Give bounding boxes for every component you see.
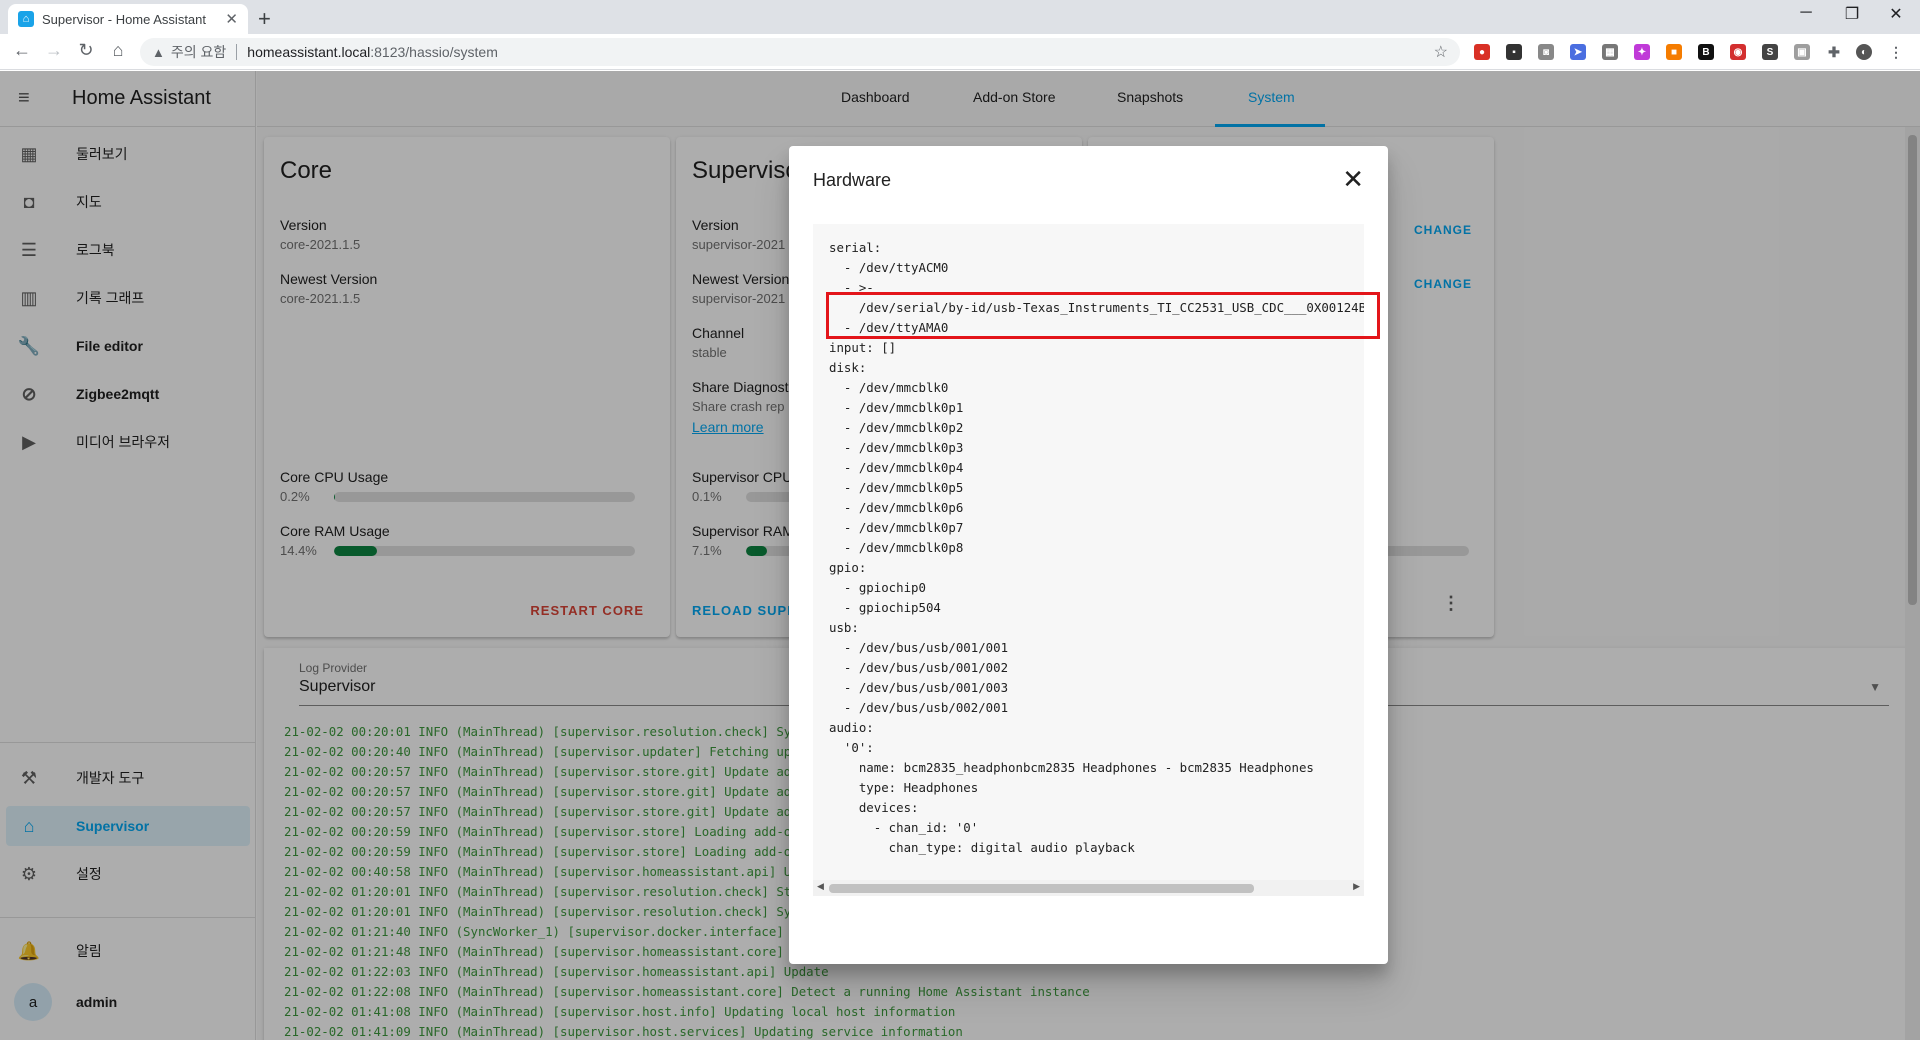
code-line: '0': — [829, 740, 874, 755]
code-line: - /dev/mmcblk0p5 — [829, 480, 964, 495]
extension-b-icon[interactable]: B — [1698, 44, 1714, 60]
code-line: - /dev/mmcblk0p4 — [829, 460, 964, 475]
extension-orange-icon[interactable]: ■ — [1666, 44, 1682, 60]
home-assistant-favicon-icon: ⌂ — [18, 11, 34, 27]
extension-s-icon[interactable]: S — [1762, 44, 1778, 60]
hardware-dialog: Hardware ✕ serial: - /dev/ttyACM0 - >- /… — [789, 146, 1388, 964]
code-line: chan_type: digital audio playback — [829, 840, 1135, 855]
minimize-window-icon[interactable]: ─ — [1786, 4, 1826, 22]
extension-image-icon[interactable]: ▣ — [1794, 44, 1810, 60]
browser-tab[interactable]: ⌂ Supervisor - Home Assistant ✕ — [8, 4, 248, 34]
new-tab-icon[interactable]: + — [258, 6, 271, 32]
extension-magic-icon[interactable]: ✦ — [1634, 44, 1650, 60]
extension-camera-icon[interactable]: ◙ — [1538, 44, 1554, 60]
code-line: gpio: — [829, 560, 867, 575]
code-line: - /dev/mmcblk0 — [829, 380, 949, 395]
horizontal-scrollbar-thumb[interactable] — [829, 884, 1254, 893]
code-line: - gpiochip0 — [829, 580, 926, 595]
extension-calendar-icon[interactable]: ▦ — [1602, 44, 1618, 60]
address-separator — [236, 44, 238, 60]
code-line: - /dev/mmcblk0p8 — [829, 540, 964, 555]
address-bar[interactable]: ▲ 주의 요함 homeassistant.local:8123/hassio/… — [140, 38, 1460, 66]
code-line: type: Headphones — [829, 780, 979, 795]
code-line: - /dev/bus/usb/001/002 — [829, 660, 1009, 675]
url-path: :8123/hassio/system — [370, 44, 498, 60]
code-line: devices: — [829, 800, 919, 815]
code-line: - chan_id: '0' — [829, 820, 979, 835]
code-line: serial: — [829, 240, 882, 255]
security-warning-text: 주의 요함 — [170, 44, 227, 60]
close-window-icon[interactable]: ✕ — [1876, 4, 1916, 24]
code-line: - /dev/mmcblk0p6 — [829, 500, 964, 515]
code-line: usb: — [829, 620, 859, 635]
browser-toolbar: ← → ↻ ⌂ ▲ 주의 요함 homeassistant.local:8123… — [0, 34, 1920, 70]
code-line: - /dev/bus/usb/001/001 — [829, 640, 1009, 655]
restore-window-icon[interactable]: ❐ — [1832, 4, 1872, 24]
code-line: - /dev/mmcblk0p1 — [829, 400, 964, 415]
dialog-title: Hardware — [813, 170, 892, 190]
url-host: homeassistant.local — [247, 44, 371, 60]
extensions-puzzle-icon[interactable]: ✚ — [1826, 44, 1842, 60]
code-line: - /dev/mmcblk0p3 — [829, 440, 964, 455]
extension-shield-icon[interactable]: ◉ — [1730, 44, 1746, 60]
extension-dark-icon[interactable]: ▪ — [1506, 44, 1522, 60]
code-line: name: bcm2835_headphonbcm2835 Headphones… — [829, 760, 1314, 775]
browser-tab-strip: ⌂ Supervisor - Home Assistant ✕ + ─ ❐ ✕ — [0, 0, 1920, 34]
close-tab-icon[interactable]: ✕ — [225, 10, 238, 28]
bookmark-star-icon[interactable]: ☆ — [1434, 42, 1448, 62]
extension-red-icon[interactable]: ● — [1474, 44, 1490, 60]
code-line: - /dev/mmcblk0p2 — [829, 420, 964, 435]
code-line: - /dev/mmcblk0p7 — [829, 520, 964, 535]
code-line: audio: — [829, 720, 874, 735]
browser-menu-icon[interactable]: ⋮ — [1888, 44, 1904, 60]
highlight-box — [826, 292, 1380, 339]
code-line: - gpiochip504 — [829, 600, 941, 615]
code-line: - /dev/ttyACM0 — [829, 260, 949, 275]
code-line: - /dev/bus/usb/002/001 — [829, 700, 1009, 715]
code-line: disk: — [829, 360, 867, 375]
scroll-right-icon[interactable]: ▶ — [1353, 881, 1360, 892]
scroll-left-icon[interactable]: ◀ — [817, 881, 824, 892]
forward-arrow-icon[interactable]: → — [42, 40, 66, 61]
close-icon[interactable]: ✕ — [1342, 166, 1364, 192]
code-line: input: [] — [829, 340, 897, 355]
profile-avatar-icon[interactable]: ◐ — [1856, 44, 1872, 60]
warning-icon: ▲ — [152, 44, 165, 60]
back-arrow-icon[interactable]: ← — [10, 40, 34, 61]
horizontal-scrollbar[interactable]: ◀ ▶ — [813, 880, 1364, 896]
home-icon[interactable]: ⌂ — [106, 40, 130, 61]
browser-tab-title: Supervisor - Home Assistant — [42, 11, 207, 27]
code-line: - /dev/bus/usb/001/003 — [829, 680, 1009, 695]
extension-send-icon[interactable]: ➤ — [1570, 44, 1586, 60]
reload-icon[interactable]: ↻ — [74, 40, 98, 61]
